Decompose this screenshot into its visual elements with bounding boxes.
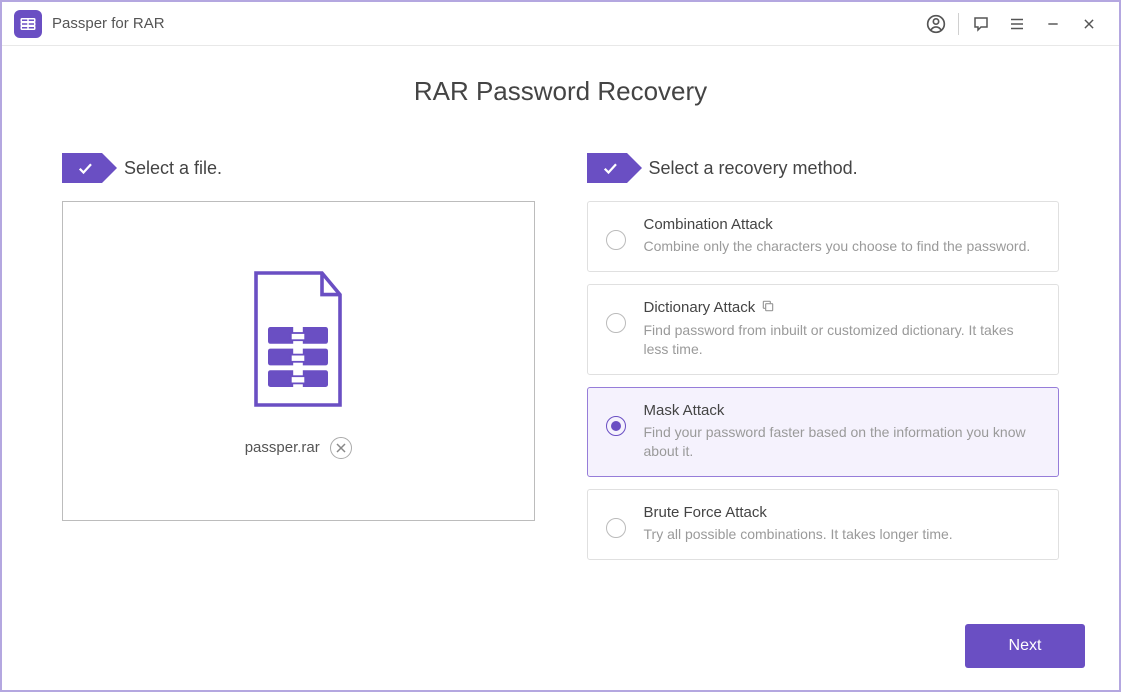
step-label-method: Select a recovery method.	[649, 158, 858, 179]
step-check-file-icon	[62, 153, 102, 183]
method-title-text: Combination Attack	[644, 216, 773, 233]
method-desc: Try all possible combinations. It takes …	[644, 525, 1041, 545]
file-drop-area[interactable]: passper.rar	[62, 201, 535, 521]
step-header-method: Select a recovery method.	[587, 153, 1060, 183]
minimize-button[interactable]	[1035, 6, 1071, 42]
next-button[interactable]: Next	[965, 624, 1085, 668]
method-title-text: Brute Force Attack	[644, 504, 767, 521]
copy-icon[interactable]	[761, 299, 775, 317]
step-header-file: Select a file.	[62, 153, 535, 183]
method-option[interactable]: Combination Attack Combine only the chara…	[587, 201, 1060, 272]
page-title: RAR Password Recovery	[62, 76, 1059, 107]
method-radio[interactable]	[606, 416, 626, 436]
methods-list: Combination Attack Combine only the chara…	[587, 201, 1060, 560]
app-title: Passper for RAR	[52, 15, 165, 32]
method-desc: Combine only the characters you choose t…	[644, 237, 1041, 257]
titlebar-controls	[918, 6, 1107, 42]
account-icon[interactable]	[918, 6, 954, 42]
remove-file-button[interactable]	[330, 437, 352, 459]
method-title: Dictionary Attack	[644, 299, 1041, 317]
method-radio[interactable]	[606, 230, 626, 250]
step-check-method-icon	[587, 153, 627, 183]
step-label-file: Select a file.	[124, 158, 222, 179]
method-radio[interactable]	[606, 518, 626, 538]
method-text: Dictionary Attack Find password from inbu…	[644, 299, 1041, 360]
menu-icon[interactable]	[999, 6, 1035, 42]
method-option[interactable]: Dictionary Attack Find password from inbu…	[587, 284, 1060, 375]
close-button[interactable]	[1071, 6, 1107, 42]
method-title: Combination Attack	[644, 216, 1041, 233]
method-title-text: Mask Attack	[644, 402, 725, 419]
method-radio[interactable]	[606, 313, 626, 333]
app-logo-icon	[14, 10, 42, 38]
method-text: Mask Attack Find your password faster bas…	[644, 402, 1041, 462]
method-text: Brute Force Attack Try all possible combi…	[644, 504, 1041, 545]
method-option[interactable]: Mask Attack Find your password faster bas…	[587, 387, 1060, 477]
method-title-text: Dictionary Attack	[644, 299, 756, 316]
footer: Next	[965, 624, 1085, 668]
rar-file-icon	[238, 264, 358, 419]
method-text: Combination Attack Combine only the chara…	[644, 216, 1041, 257]
method-option[interactable]: Brute Force Attack Try all possible combi…	[587, 489, 1060, 560]
method-desc: Find your password faster based on the i…	[644, 423, 1041, 462]
method-desc: Find password from inbuilt or customized…	[644, 321, 1041, 360]
file-name-row: passper.rar	[245, 437, 352, 459]
titlebar-separator	[958, 13, 959, 35]
selected-file-name: passper.rar	[245, 439, 320, 456]
titlebar: Passper for RAR	[2, 2, 1119, 46]
feedback-icon[interactable]	[963, 6, 999, 42]
file-column: Select a file.	[62, 153, 535, 521]
method-column: Select a recovery method. Combination At…	[587, 153, 1060, 560]
main-content: RAR Password Recovery Select a file.	[2, 46, 1119, 560]
method-title: Mask Attack	[644, 402, 1041, 419]
method-title: Brute Force Attack	[644, 504, 1041, 521]
